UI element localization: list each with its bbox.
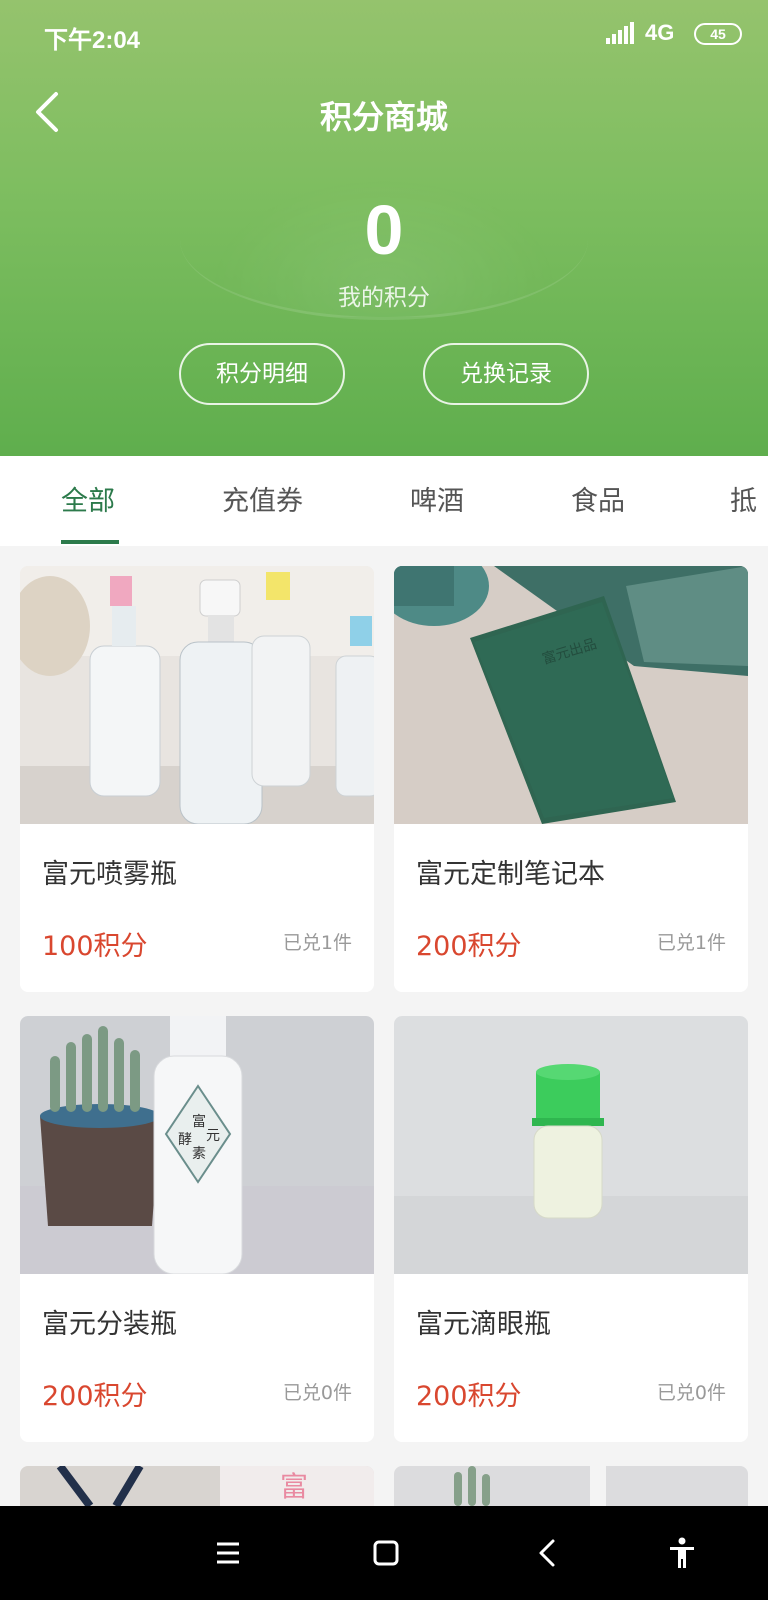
points-value: 0 — [364, 191, 404, 269]
page-title: 积分商城 — [319, 98, 448, 136]
product-card[interactable]: 富元滴眼瓶 200积分 已兑0件 — [394, 1016, 748, 1442]
status-bar: 下午2:04 4G 45 — [0, 0, 768, 70]
product-image-dispenser-bottle: 富 元 酵 素 — [20, 1016, 374, 1274]
svg-text:富: 富 — [192, 1113, 206, 1130]
system-navigation-bar — [0, 1506, 768, 1600]
svg-text:元: 元 — [206, 1128, 220, 1144]
product-card[interactable]: 富元喷雾瓶 100积分 已兑1件 — [20, 566, 374, 992]
product-sold-count: 已兑0件 — [282, 1382, 352, 1404]
product-name: 富元喷雾瓶 — [42, 859, 177, 890]
product-card-partial[interactable] — [394, 1466, 748, 1506]
product-sold-count: 已兑0件 — [656, 1382, 726, 1404]
svg-text:酵: 酵 — [178, 1132, 192, 1148]
product-card[interactable]: 富 元 酵 素 富元分装瓶 200积分 已兑0件 — [20, 1016, 374, 1442]
product-name: 富元分装瓶 — [42, 1309, 177, 1340]
product-name: 富元定制笔记本 — [416, 859, 605, 890]
product-price: 200积分 — [42, 1381, 148, 1412]
home-square-icon[interactable] — [369, 1536, 403, 1570]
product-price: 100积分 — [42, 931, 148, 962]
active-tab-indicator — [61, 540, 119, 544]
product-image-notebook: 富元出品 — [394, 566, 748, 824]
category-tabs: 全部 充值券 啤酒 食品 抵 — [0, 456, 768, 546]
tab-food[interactable]: 食品 — [571, 456, 625, 546]
signal-icon — [606, 22, 634, 44]
product-price: 200积分 — [416, 931, 522, 962]
product-name: 富元滴眼瓶 — [416, 1309, 551, 1340]
points-detail-button[interactable]: 积分明细 — [179, 343, 345, 405]
header: 下午2:04 4G 45 积分商城 0 我的积分 积分明细 兑换记录 — [0, 0, 768, 456]
tab-partial[interactable]: 抵 — [730, 456, 757, 546]
status-time: 下午2:04 — [44, 27, 141, 54]
tab-beer[interactable]: 啤酒 — [410, 456, 464, 546]
svg-text:素: 素 — [192, 1146, 206, 1162]
battery-indicator: 45 — [694, 23, 742, 45]
product-price: 200积分 — [416, 1381, 522, 1412]
product-image-spray-bottle — [20, 566, 374, 824]
back-icon[interactable] — [531, 1536, 565, 1570]
tab-all[interactable]: 全部 — [61, 456, 115, 546]
tab-recharge-voucher[interactable]: 充值券 — [222, 456, 303, 546]
network-label: 4G — [645, 20, 675, 45]
product-image-eye-dropper-bottle — [394, 1016, 748, 1274]
product-sold-count: 已兑1件 — [282, 932, 352, 954]
points-label: 我的积分 — [338, 285, 430, 311]
accessibility-icon[interactable] — [665, 1536, 699, 1570]
product-card-partial[interactable]: 富 — [20, 1466, 374, 1506]
product-card[interactable]: 富元出品 富元定制笔记本 200积分 已兑1件 — [394, 566, 748, 992]
menu-icon[interactable] — [211, 1536, 245, 1570]
exchange-record-button[interactable]: 兑换记录 — [423, 343, 589, 405]
svg-text:富: 富 — [280, 1470, 308, 1503]
product-sold-count: 已兑1件 — [656, 932, 726, 954]
